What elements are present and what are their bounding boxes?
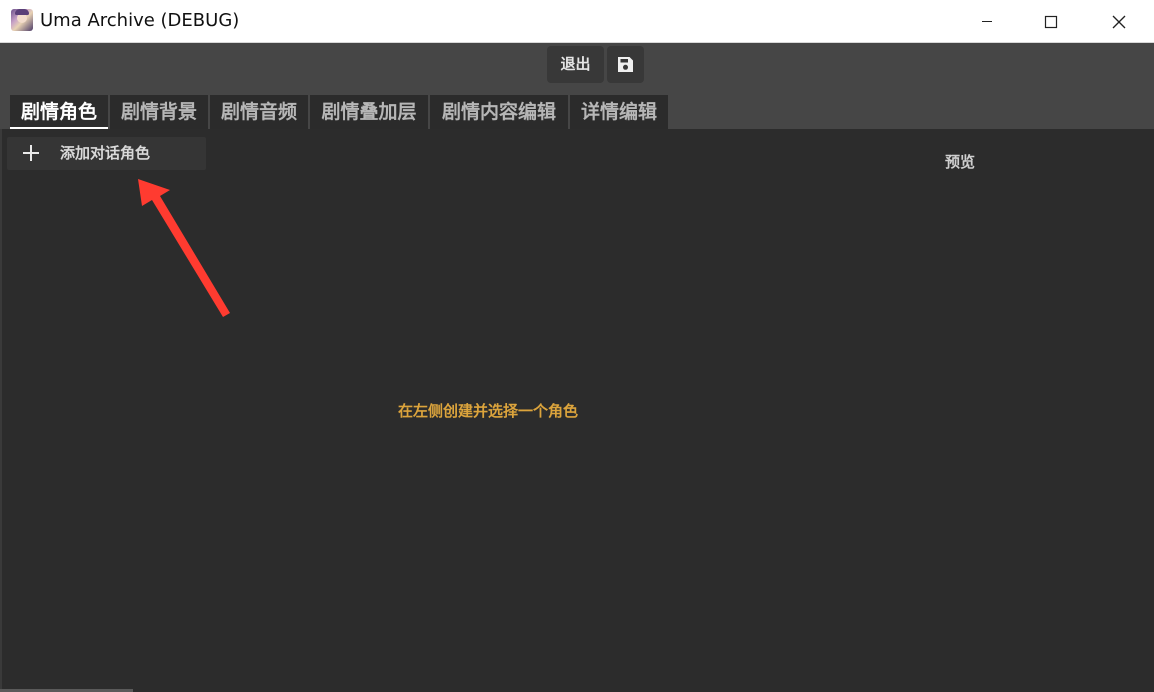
red-arrow-icon <box>138 179 230 317</box>
